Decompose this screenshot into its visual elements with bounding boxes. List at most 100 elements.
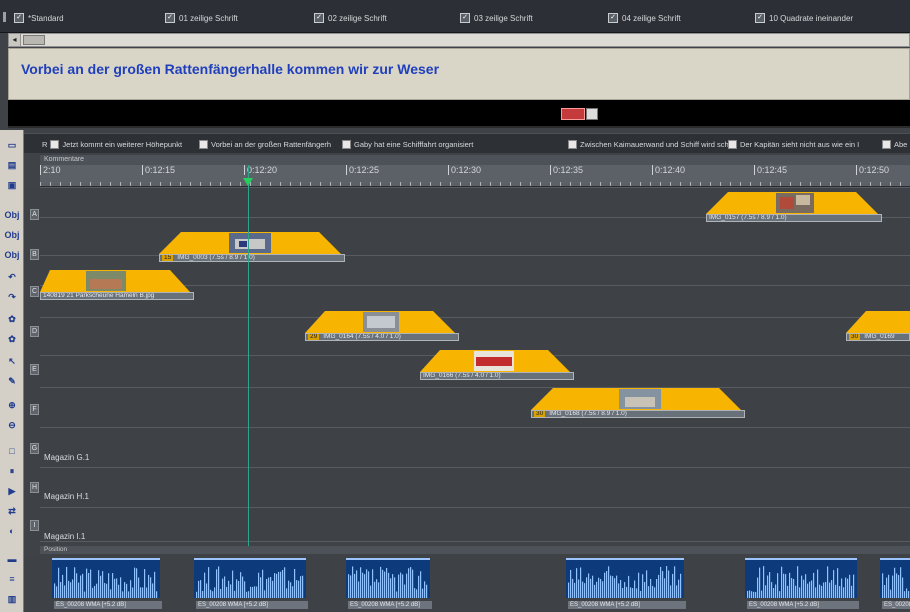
ruler-minor-tick (260, 182, 261, 186)
caption-editor[interactable]: Vorbei an der großen Rattenfängerhalle k… (8, 48, 910, 100)
speaker-icon[interactable]: ◐ (3, 522, 21, 540)
checkbox-icon: ✓ (314, 13, 324, 23)
preset-02[interactable]: ✓ 02 zeilige Schrift (314, 11, 387, 25)
chapter-marker[interactable]: R Jetzt kommt ein weiterer Höhepunkt (42, 139, 182, 150)
audio-clip[interactable]: ES_00208 WMA [+5.2 dB] (880, 558, 910, 609)
audio-clip-label: ES_00208 WMA [+5.2 dB] (54, 601, 162, 609)
preview-thumbnail-icon[interactable] (561, 108, 585, 120)
audio-clip-label: ES_00208 WMA [+5.2 dB] (882, 601, 910, 609)
time-ruler[interactable]: 2:10 0:12:15 0:12:20 0:12:25 0:12:30 0:12:35 0… (40, 165, 910, 187)
track-label[interactable]: C (30, 286, 39, 297)
ruler-minor-tick (100, 182, 101, 186)
object-icon[interactable]: Obj (3, 206, 21, 224)
sync-icon[interactable]: ⇄ (3, 502, 21, 520)
marker-icon[interactable]: ▬ (3, 550, 21, 568)
preview-toggle-icon[interactable] (586, 108, 598, 120)
image-clip[interactable]: 29 IMG_0164 (7.5s / 4.0 / 1.0) (305, 311, 459, 343)
redo-icon[interactable]: ↷ (3, 288, 21, 306)
comment-icon (199, 140, 208, 149)
image-clip[interactable]: 30 IMG_0169 (846, 311, 910, 343)
object-icon[interactable]: Obj (3, 226, 21, 244)
mixer-icon[interactable]: ≡ (3, 570, 21, 588)
checkbox-icon: ✓ (460, 13, 470, 23)
pause-icon[interactable]: ⏸ (3, 462, 21, 480)
scroll-thumb[interactable] (23, 35, 45, 45)
ruler-minor-tick (200, 182, 201, 186)
effect2-icon[interactable]: ✿ (3, 330, 21, 348)
preset-standard[interactable]: ✓ *Standard (14, 11, 64, 25)
audio-clip[interactable]: ES_00208 WMA [+5.2 dB] (566, 558, 686, 609)
ruler-minor-tick (790, 182, 791, 186)
save-icon[interactable]: ▣ (3, 176, 21, 194)
clip-label: 140819 21 Parkscheune Hameln B.jpg (40, 292, 194, 300)
image-clip[interactable]: 140819 21 Parkscheune Hameln B.jpg (40, 270, 194, 302)
audio-clip[interactable]: ES_00208 WMA [+5.2 dB] (745, 558, 859, 609)
audio-clip[interactable]: ES_00208 WMA [+5.2 dB] (52, 558, 162, 609)
waveform (882, 567, 910, 598)
chapter-marker[interactable]: Zwischen Kaimauerwand und Schiff wird sc… (568, 139, 733, 150)
chapter-marker[interactable]: Vorbei an der großen Rattenfängerh (199, 139, 331, 150)
track-label[interactable]: I (30, 520, 39, 531)
object-icon[interactable]: Obj (3, 246, 21, 264)
audio-track[interactable]: ES_00208 WMA [+5.2 dB] ES_00208 WMA [+5.2… (24, 554, 910, 612)
chapter-marker[interactable]: Der Kapitän sieht nicht aus wie ein I (728, 139, 859, 150)
playhead-marker-icon[interactable] (243, 178, 253, 186)
image-clip[interactable]: IMG_0166 (7.5s / 4.0 / 1.0) (420, 350, 574, 382)
ruler-minor-tick (450, 182, 451, 186)
stop-icon[interactable]: □ (3, 442, 21, 460)
caption-text[interactable]: Vorbei an der großen Rattenfängerhalle k… (21, 61, 439, 77)
cursor-icon[interactable]: ↖ (3, 352, 21, 370)
audio-tool-icon[interactable]: ▥ (3, 590, 21, 608)
effect-icon[interactable]: ✿ (3, 310, 21, 328)
audio-clip[interactable]: ES_00208 WMA [+5.2 dB] (194, 558, 308, 609)
ruler-tick: 2:10 (40, 165, 61, 175)
ruler-minor-tick (230, 182, 231, 186)
ruler-tick: 0:12:35 (550, 165, 583, 175)
ruler-tick: 0:12:40 (652, 165, 685, 175)
new-file-icon[interactable]: ▭ (3, 136, 21, 154)
chapter-marker[interactable]: Abe (882, 139, 907, 150)
ruler-minor-tick (240, 182, 241, 186)
ruler-tick: 0:12:25 (346, 165, 379, 175)
ruler-minor-tick (580, 182, 581, 186)
chapter-marker[interactable]: Gaby hat eine Schifffahrt organisiert (342, 139, 473, 150)
zoom-in-icon[interactable]: ⊕ (3, 396, 21, 414)
playhead[interactable] (248, 165, 249, 560)
ruler-minor-tick (390, 182, 391, 186)
ruler-minor-tick (540, 182, 541, 186)
ruler-minor-tick (760, 182, 761, 186)
ruler-minor-tick (140, 182, 141, 186)
track-label[interactable]: A (30, 209, 39, 220)
clip-thumbnail (363, 312, 399, 332)
audio-clip-label: ES_00208 WMA [+5.2 dB] (747, 601, 859, 609)
ruler-minor-tick (570, 182, 571, 186)
preset-04[interactable]: ✓ 04 zeilige Schrift (608, 11, 681, 25)
track-label[interactable]: F (30, 404, 39, 415)
audio-clip[interactable]: ES_00208 WMA [+5.2 dB] (346, 558, 432, 609)
image-clip[interactable]: IMG_0157 (7.5s / 8.9 / 1.0) (706, 192, 882, 224)
zoom-out-icon[interactable]: ⊖ (3, 416, 21, 434)
play-icon[interactable]: ▶ (3, 482, 21, 500)
ruler-minor-tick (440, 182, 441, 186)
track-label[interactable]: D (30, 326, 39, 337)
image-clip[interactable]: 15 IMG_0003 (7.5s / 8.9 / 1.0) (159, 232, 345, 264)
preset-10[interactable]: ✓ 10 Quadrate ineinander (755, 11, 853, 25)
undo-icon[interactable]: ↶ (3, 268, 21, 286)
scroll-left-icon[interactable]: ◂ (9, 34, 21, 46)
preset-scrollbar[interactable]: ◂ (8, 33, 910, 47)
track-label[interactable]: H (30, 482, 39, 493)
toolbar-grip[interactable] (3, 12, 6, 22)
pen-icon[interactable]: ✎ (3, 372, 21, 390)
image-clip[interactable]: 30 IMG_0168 (7.5s / 8.9 / 1.0) (531, 388, 745, 420)
track-label[interactable]: E (30, 364, 39, 375)
ruler-minor-tick (60, 182, 61, 186)
open-folder-icon[interactable]: ▤ (3, 156, 21, 174)
ruler-minor-tick (550, 182, 551, 186)
ruler-minor-tick (120, 182, 121, 186)
track-label[interactable]: G (30, 443, 39, 454)
comment-icon (882, 140, 891, 149)
track-label[interactable]: B (30, 249, 39, 260)
ruler-minor-tick (800, 182, 801, 186)
preset-01[interactable]: ✓ 01 zeilige Schrift (165, 11, 238, 25)
preset-03[interactable]: ✓ 03 zeilige Schrift (460, 11, 533, 25)
